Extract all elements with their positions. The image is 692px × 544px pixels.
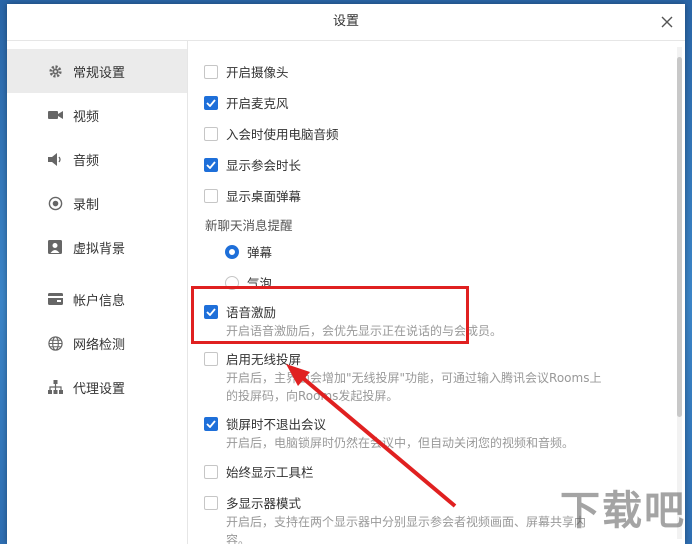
setting-wireless[interactable]: 启用无线投屏 xyxy=(204,349,301,368)
globe-icon xyxy=(47,335,63,351)
network-tree-icon xyxy=(47,379,63,395)
radio-button[interactable] xyxy=(225,244,239,259)
mic-checkbox[interactable] xyxy=(204,95,218,110)
setting-mic[interactable]: 开启麦克风 xyxy=(204,93,289,112)
sidebar-item-label: 视频 xyxy=(73,109,100,125)
scrollbar-thumb[interactable] xyxy=(677,57,682,417)
setting-label: 始终显示工具栏 xyxy=(226,465,314,480)
window-title: 设置 xyxy=(332,14,359,29)
sidebar-item-video[interactable]: 视频 xyxy=(7,93,187,137)
multi-display-checkbox[interactable] xyxy=(204,495,218,510)
sidebar-item-virtual-background[interactable]: 虚拟背景 xyxy=(7,225,187,269)
lock-screen-checkbox[interactable] xyxy=(204,416,218,431)
highlight-box xyxy=(191,286,469,344)
person-portrait-icon xyxy=(47,239,63,255)
wallet-icon xyxy=(47,291,63,307)
setting-label: 锁屏时不退出会议 xyxy=(226,417,327,432)
setting-label: 显示桌面弹幕 xyxy=(226,189,302,204)
setting-danmaku[interactable]: 显示桌面弹幕 xyxy=(204,186,301,205)
close-icon[interactable] xyxy=(657,12,677,32)
danmaku-checkbox[interactable] xyxy=(204,188,218,203)
sidebar-item-record[interactable]: 录制 xyxy=(7,181,187,225)
toolbar-checkbox[interactable] xyxy=(204,464,218,479)
setting-duration[interactable]: 显示参会时长 xyxy=(204,155,301,174)
setting-description: 开启后，主界面会增加"无线投屏"功能，可通过输入腾讯会议Rooms上的投屏码，向… xyxy=(226,371,602,403)
sidebar-item-label: 常规设置 xyxy=(73,65,126,81)
sidebar-item-audio[interactable]: 音频 xyxy=(7,137,187,181)
video-camera-icon xyxy=(47,107,63,123)
sidebar-item-label: 虚拟背景 xyxy=(73,241,126,257)
setting-toolbar[interactable]: 始终显示工具栏 xyxy=(204,462,314,481)
pc-audio-checkbox[interactable] xyxy=(204,126,218,141)
sidebar-item-general[interactable]: 常规设置 xyxy=(7,49,187,93)
sidebar-item-label: 帐户信息 xyxy=(73,293,126,309)
scrollbar[interactable] xyxy=(677,47,682,539)
radio-label: 弹幕 xyxy=(247,245,273,260)
chat-reminder-section-title: 新聊天消息提醒 xyxy=(205,218,293,233)
sidebar-item-account[interactable]: 帐户信息 xyxy=(7,277,187,321)
gear-icon xyxy=(47,63,63,79)
setting-label: 显示参会时长 xyxy=(226,158,302,173)
setting-description: 开启后，支持在两个显示器中分别显示参会者视频画面、屏幕共享内容。 xyxy=(226,515,587,544)
setting-label: 开启摄像头 xyxy=(226,65,289,80)
sidebar-item-label: 代理设置 xyxy=(73,381,126,397)
sidebar-item-label: 录制 xyxy=(73,197,100,213)
watermark: 下载吧 xyxy=(560,488,686,534)
setting-multi-display[interactable]: 多显示器模式 xyxy=(204,493,301,512)
wireless-checkbox[interactable] xyxy=(204,351,218,366)
setting-description: 开启后，电脑锁屏时仍然在会议中，但自动关闭您的视频和音频。 xyxy=(226,436,575,450)
radio-danmaku[interactable]: 弹幕 xyxy=(225,242,272,261)
sidebar-item-network[interactable]: 网络检测 xyxy=(7,321,187,365)
sidebar-item-label: 音频 xyxy=(73,153,100,169)
setting-pc-audio[interactable]: 入会时使用电脑音频 xyxy=(204,124,339,143)
check-icon xyxy=(206,98,216,107)
check-icon xyxy=(206,419,216,428)
check-icon xyxy=(206,160,216,169)
speaker-icon xyxy=(47,151,63,167)
record-icon xyxy=(47,195,63,211)
settings-window: 设置 常规设置 视频 音频 录制 虚拟背景 帐户信息 网络检测 代理设置 开启摄… xyxy=(7,4,685,544)
setting-lock-screen[interactable]: 锁屏时不退出会议 xyxy=(204,414,326,433)
sidebar: 常规设置 视频 音频 录制 虚拟背景 帐户信息 网络检测 代理设置 xyxy=(7,41,188,544)
setting-label: 入会时使用电脑音频 xyxy=(226,127,339,142)
setting-label: 多显示器模式 xyxy=(226,496,302,511)
camera-checkbox[interactable] xyxy=(204,64,218,79)
sidebar-item-label: 网络检测 xyxy=(73,337,126,353)
setting-label: 启用无线投屏 xyxy=(226,352,302,367)
title-bar: 设置 xyxy=(7,4,685,41)
setting-label: 开启麦克风 xyxy=(226,96,289,111)
sidebar-item-proxy[interactable]: 代理设置 xyxy=(7,365,187,409)
duration-checkbox[interactable] xyxy=(204,157,218,172)
setting-camera[interactable]: 开启摄像头 xyxy=(204,62,289,81)
